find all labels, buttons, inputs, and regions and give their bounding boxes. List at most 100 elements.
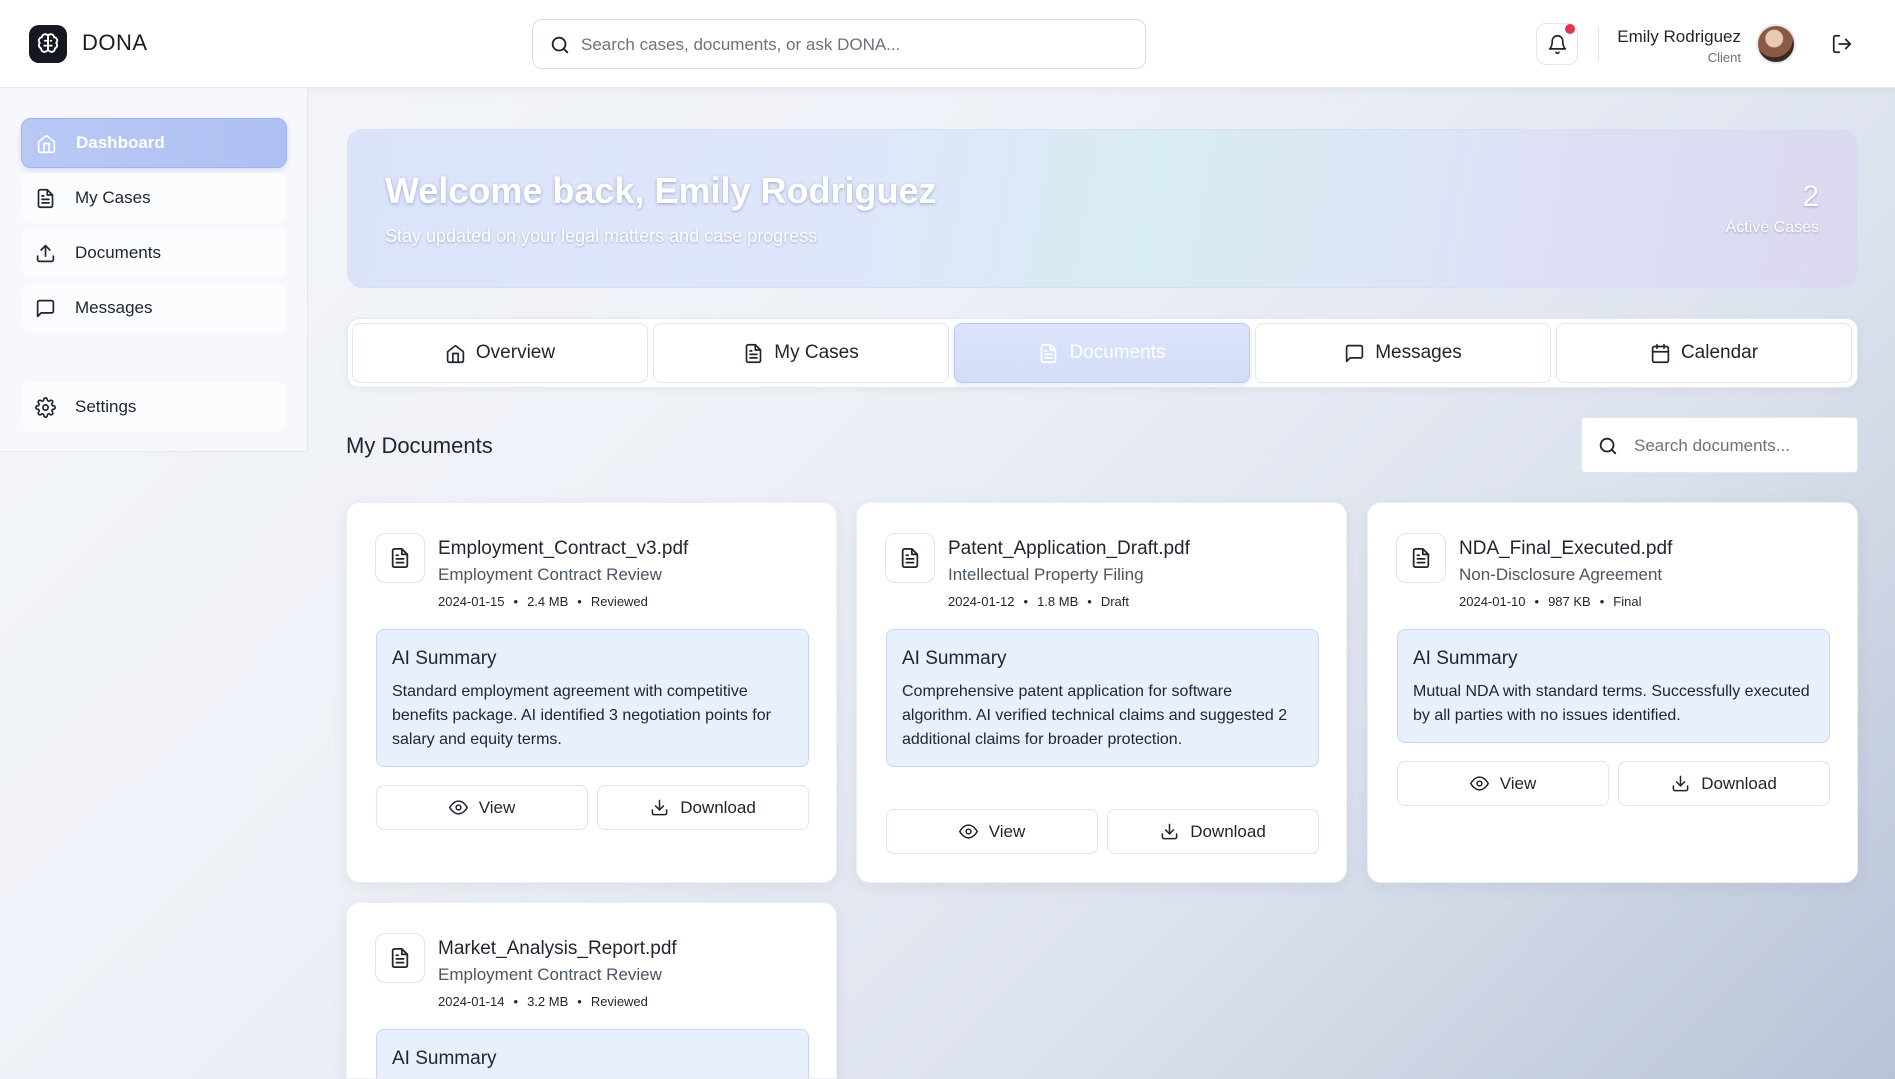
document-card: Employment_Contract_v3.pdf Employment Co… bbox=[346, 502, 837, 883]
file-text-icon bbox=[1038, 343, 1059, 364]
sidebar-item-my-cases[interactable]: My Cases bbox=[21, 173, 287, 223]
ai-summary-title: AI Summary bbox=[392, 648, 497, 669]
document-card: Patent_Application_Draft.pdf Intellectua… bbox=[856, 502, 1347, 883]
document-name[interactable]: Patent_Application_Draft.pdf bbox=[948, 538, 1190, 560]
document-date: 2024-01-10 bbox=[1459, 594, 1526, 609]
sidebar-item-documents[interactable]: Documents bbox=[21, 228, 287, 278]
document-meta: 2024-01-12 • 1.8 MB • Draft bbox=[948, 594, 1129, 609]
sidebar-item-label: Settings bbox=[75, 397, 137, 416]
sidebar-item-settings[interactable]: Settings bbox=[21, 382, 287, 432]
welcome-subtitle: Stay updated on your legal matters and c… bbox=[385, 226, 818, 246]
eye-icon bbox=[448, 798, 468, 817]
sidebar-item-messages[interactable]: Messages bbox=[21, 283, 287, 333]
gear-icon bbox=[35, 396, 57, 418]
ai-summary: AI Summary Standard employment agreement… bbox=[376, 629, 809, 767]
document-type: Employment Contract Review bbox=[438, 565, 662, 584]
message-square-icon bbox=[1344, 343, 1365, 364]
sidebar-item-label: Dashboard bbox=[76, 133, 165, 152]
search-icon bbox=[1597, 435, 1619, 457]
welcome-banner: Welcome back, Emily Rodriguez Stay updat… bbox=[347, 129, 1858, 288]
document-type: Intellectual Property Filing bbox=[948, 565, 1144, 584]
document-date: 2024-01-14 bbox=[438, 994, 505, 1009]
ai-summary-text: Comprehensive patent application for sof… bbox=[902, 683, 1288, 748]
document-meta: 2024-01-10 • 987 KB • Final bbox=[1459, 594, 1642, 609]
sidebar: Dashboard My Cases Documents Messages Se… bbox=[0, 88, 308, 452]
global-search-input[interactable] bbox=[581, 32, 1121, 58]
view-label: View bbox=[988, 821, 1026, 841]
global-search[interactable] bbox=[532, 19, 1146, 69]
download-label: Download bbox=[1190, 821, 1266, 841]
document-meta: 2024-01-14 • 3.2 MB • Reviewed bbox=[438, 994, 648, 1009]
bell-icon bbox=[1547, 34, 1568, 55]
document-name[interactable]: Employment_Contract_v3.pdf bbox=[438, 538, 688, 560]
download-icon bbox=[650, 798, 669, 817]
download-button[interactable]: Download bbox=[1107, 809, 1319, 854]
notification-badge bbox=[1565, 24, 1575, 34]
eye-icon bbox=[1469, 774, 1489, 793]
section-tabs: Overview My Cases Documents Messages Cal… bbox=[347, 318, 1858, 388]
dona-logo[interactable] bbox=[29, 25, 67, 63]
download-label: Download bbox=[680, 797, 756, 817]
header-divider bbox=[1598, 26, 1599, 62]
document-type: Non-Disclosure Agreement bbox=[1459, 565, 1663, 584]
upload-icon bbox=[35, 243, 57, 264]
user-name: Emily Rodriguez bbox=[1617, 27, 1741, 46]
document-search[interactable] bbox=[1581, 417, 1858, 473]
home-icon bbox=[445, 343, 466, 364]
ai-summary-text: Mutual NDA with standard terms. Successf… bbox=[1413, 683, 1810, 724]
file-text-icon bbox=[375, 533, 425, 583]
download-icon bbox=[1160, 822, 1179, 841]
document-meta: 2024-01-15 • 2.4 MB • Reviewed bbox=[438, 594, 648, 609]
brain-icon bbox=[37, 33, 59, 53]
view-button[interactable]: View bbox=[886, 809, 1098, 854]
document-name[interactable]: Market_Analysis_Report.pdf bbox=[438, 938, 677, 960]
eye-icon bbox=[958, 822, 978, 841]
document-size: 2.4 MB bbox=[527, 594, 569, 609]
view-label: View bbox=[478, 797, 516, 817]
avatar[interactable] bbox=[1756, 24, 1796, 64]
document-name[interactable]: NDA_Final_Executed.pdf bbox=[1459, 538, 1672, 560]
document-status: Reviewed bbox=[590, 594, 648, 609]
logout-button[interactable] bbox=[1831, 33, 1853, 55]
file-text-icon bbox=[375, 933, 425, 983]
top-header: DONA Emily Rodriguez Client bbox=[0, 0, 1895, 88]
download-icon bbox=[1671, 774, 1690, 793]
logout-icon bbox=[1832, 34, 1852, 54]
tab-label: Calendar bbox=[1680, 342, 1759, 363]
document-search-input[interactable] bbox=[1634, 433, 1844, 459]
tab-my-cases[interactable]: My Cases bbox=[653, 323, 949, 383]
tab-overview[interactable]: Overview bbox=[352, 323, 648, 383]
active-cases-label: Active Cases bbox=[1725, 219, 1819, 236]
ai-summary-title: AI Summary bbox=[902, 648, 1007, 669]
download-button[interactable]: Download bbox=[597, 785, 809, 830]
home-icon bbox=[36, 133, 58, 154]
document-size: 987 KB bbox=[1548, 594, 1591, 609]
tab-messages[interactable]: Messages bbox=[1255, 323, 1551, 383]
tab-label: Overview bbox=[475, 342, 556, 363]
tab-calendar[interactable]: Calendar bbox=[1556, 323, 1852, 383]
app-name: DONA bbox=[82, 30, 148, 55]
document-status: Draft bbox=[1100, 594, 1129, 609]
view-label: View bbox=[1499, 773, 1537, 793]
sidebar-item-label: Messages bbox=[75, 298, 153, 317]
sidebar-item-dashboard[interactable]: Dashboard bbox=[21, 118, 287, 168]
active-cases-count: 2 bbox=[1802, 180, 1819, 213]
tab-label: My Cases bbox=[774, 342, 859, 363]
ai-summary-title: AI Summary bbox=[392, 1048, 497, 1069]
welcome-title: Welcome back, Emily Rodriguez bbox=[385, 170, 937, 211]
view-button[interactable]: View bbox=[1397, 761, 1609, 806]
document-size: 3.2 MB bbox=[527, 994, 569, 1009]
ai-summary: AI Summary Comprehensive patent applicat… bbox=[886, 629, 1319, 767]
ai-summary: AI Summary Mutual NDA with standard term… bbox=[1397, 629, 1830, 743]
document-date: 2024-01-15 bbox=[438, 594, 505, 609]
download-button[interactable]: Download bbox=[1618, 761, 1830, 806]
tab-documents[interactable]: Documents bbox=[954, 323, 1250, 383]
ai-summary-text: Standard employment agreement with compe… bbox=[392, 683, 771, 748]
document-status: Reviewed bbox=[590, 994, 648, 1009]
file-text-icon bbox=[1396, 533, 1446, 583]
message-square-icon bbox=[35, 298, 57, 319]
document-card: NDA_Final_Executed.pdf Non-Disclosure Ag… bbox=[1367, 502, 1858, 883]
view-button[interactable]: View bbox=[376, 785, 588, 830]
tab-label: Documents bbox=[1069, 342, 1166, 363]
document-type: Employment Contract Review bbox=[438, 965, 662, 984]
